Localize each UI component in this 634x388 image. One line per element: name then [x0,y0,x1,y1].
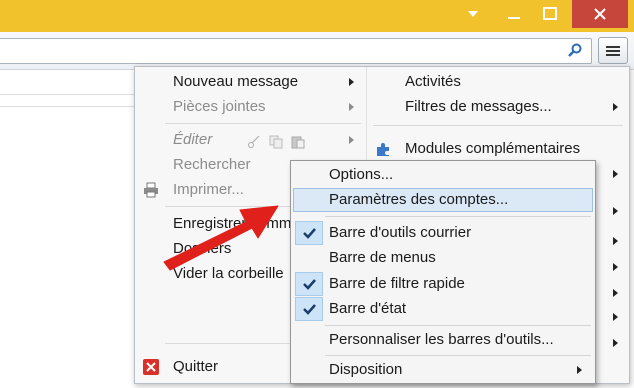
menu-separator [325,325,591,326]
chevron-right-icon [613,289,618,297]
menu-separator [325,355,591,356]
submenu-item-label: Options... [329,166,394,183]
chevron-right-icon [613,237,618,245]
submenu-item-label: Paramètres des comptes... [329,191,509,208]
submenu-item-options[interactable]: Options... [293,163,593,187]
close-icon[interactable] [572,0,628,28]
search-input[interactable] [0,38,592,64]
submenu-item-label: Disposition [329,361,403,378]
menu-separator [325,216,591,217]
checkmark-icon [295,221,323,245]
chevron-right-icon [613,170,618,178]
menu-item-edit[interactable]: Éditer [135,128,365,152]
menu-item-label: Éditer [173,131,213,148]
chevron-right-icon [613,103,618,111]
submenu-item-menu-bar[interactable]: Barre de menus [293,246,593,270]
submenu-item-status-bar[interactable]: Barre d'état [293,297,593,321]
menu-item-label: Pièces jointes [173,98,266,115]
chevron-right-icon [577,366,582,374]
submenu-item-label: Barre de filtre rapide [329,275,465,292]
submenu-item-label: Barre d'outils courrier [329,224,472,241]
minimize-icon[interactable] [500,0,528,28]
menu-item-activities[interactable]: Activités [367,70,627,94]
toolbar [0,32,634,70]
menu-separator [373,125,623,126]
menu-item-label: Quitter [173,358,219,375]
submenu-item-label: Barre d'état [329,300,407,317]
search-icon[interactable] [567,42,583,62]
chevron-right-icon [613,339,618,347]
menu-item-label: Nouveau message [173,73,299,90]
quit-icon [143,359,159,375]
message-list-background [0,70,140,388]
hamburger-menu-icon[interactable] [598,37,628,64]
chevron-right-icon [613,313,618,321]
checkmark-icon [295,297,323,321]
submenu-item-label: Barre de menus [329,249,436,266]
tools-submenu: Options... Paramètres des comptes... Bar… [290,160,596,384]
submenu-item-label: Personnaliser les barres d'outils... [329,331,554,348]
chevron-right-icon [349,78,354,86]
menu-item-add-ons[interactable]: Modules complémentaires [367,137,627,161]
window-titlebar [0,0,634,32]
menu-item-message-filters[interactable]: Filtres de messages... [367,95,627,119]
dropdown-icon[interactable] [462,0,484,28]
chevron-right-icon [613,207,618,215]
menu-separator [165,123,361,124]
checkmark-icon [295,272,323,296]
submenu-item-quick-filter-bar[interactable]: Barre de filtre rapide [293,272,593,296]
menu-item-attachments[interactable]: Pièces jointes [135,95,365,119]
menu-item-label: Modules complémentaires [405,140,581,157]
submenu-item-account-settings[interactable]: Paramètres des comptes... [293,188,593,212]
chevron-right-icon [349,103,354,111]
puzzle-icon [375,141,391,157]
submenu-item-layout[interactable]: Disposition [293,358,593,382]
chevron-right-icon [349,136,354,144]
menu-item-label: Filtres de messages... [405,98,552,115]
submenu-item-mail-toolbar[interactable]: Barre d'outils courrier [293,221,593,245]
red-arrow [163,205,279,271]
menu-item-label: Rechercher [173,156,251,173]
menu-item-label: Activités [405,73,461,90]
submenu-item-customize-toolbars[interactable]: Personnaliser les barres d'outils... [293,328,593,352]
maximize-icon[interactable] [532,0,568,28]
menu-item-new-message[interactable]: Nouveau message [135,70,365,94]
chevron-right-icon [613,263,618,271]
